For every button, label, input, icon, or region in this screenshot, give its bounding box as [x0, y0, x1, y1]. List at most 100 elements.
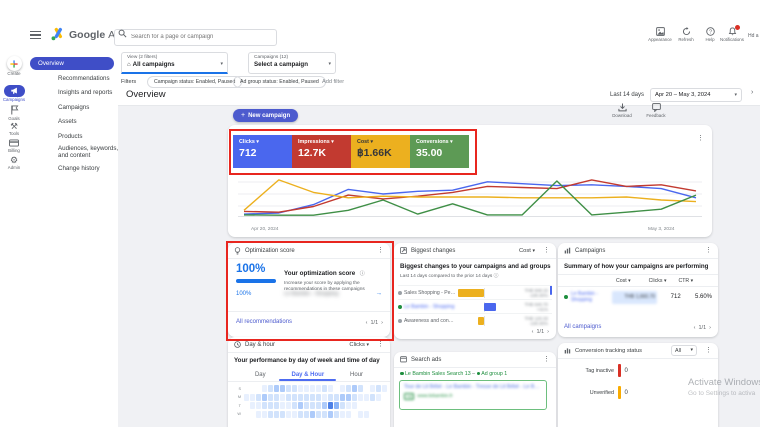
info-icon[interactable]: ⓘ: [360, 271, 365, 277]
nav-rail-admin[interactable]: ⚙ Admin: [0, 156, 28, 171]
optimization-kebab-menu[interactable]: ⋮: [377, 247, 384, 254]
view-filter-value: All campaigns: [132, 61, 175, 68]
ad-campaign-path[interactable]: Le Bambin Sales Search 13 – Ad group 1: [400, 371, 507, 377]
column-header-clicks[interactable]: Clicks ▾: [649, 278, 667, 284]
pager-next-icon[interactable]: ›: [547, 329, 549, 335]
pager-next-icon[interactable]: ›: [381, 320, 383, 326]
nav-rail-create[interactable]: Create: [0, 56, 28, 76]
hamburger-menu-icon[interactable]: [30, 31, 41, 40]
ctr-cell: 5.60%: [694, 294, 712, 300]
conversion-row-value: 0: [624, 367, 628, 374]
new-campaign-button[interactable]: + New campaign: [233, 109, 299, 122]
performance-trend-chart: [238, 179, 702, 217]
campaigns-megaphone-icon: [3, 85, 25, 97]
tools-label: Tools: [8, 130, 20, 136]
pager-prev-icon[interactable]: ‹: [694, 325, 696, 331]
nav-rail-campaigns[interactable]: Campaigns: [0, 85, 28, 102]
pager-prev-icon[interactable]: ‹: [366, 320, 368, 326]
all-campaigns-link[interactable]: All campaigns: [564, 324, 601, 330]
campaigns-rail-label: Campaigns: [2, 97, 26, 102]
chart-kebab-menu[interactable]: ⋮: [697, 135, 704, 142]
scorecard-value: 12.7K: [298, 147, 327, 159]
search-input[interactable]: [114, 28, 277, 46]
column-header-cost[interactable]: Cost ▾: [616, 278, 631, 284]
search-ads-kebab-menu[interactable]: ⋮: [543, 356, 550, 363]
table-row[interactable]: Le Bambin - Shopping THB 1,660.70 712 5.…: [558, 285, 718, 309]
biggest-changes-heading: Biggest changes to your campaigns and ad…: [400, 263, 551, 270]
status-dot-icon: [398, 305, 402, 309]
scorecard-clicks[interactable]: Clicks ▾ 712: [233, 135, 292, 168]
sidebar-item-overview[interactable]: Overview: [30, 57, 114, 70]
status-dot-icon: [398, 319, 402, 323]
sidebar-overview-label: Overview: [38, 60, 64, 67]
optimization-title: Your optimization score: [284, 270, 356, 277]
chart-x-start-label: Apr 20, 2024: [251, 227, 279, 232]
conversion-row-label: Tag inactive: [585, 367, 614, 374]
scorecard-label: Impressions: [298, 139, 330, 145]
metric-selector-dropdown[interactable]: Clicks ▾: [349, 342, 369, 348]
biggest-changes-icon: [400, 247, 407, 254]
biggest-changes-row[interactable]: Awareness and consid... THB 120.33 -100.0…: [398, 313, 552, 328]
conversion-kebab-menu[interactable]: ⋮: [705, 347, 712, 354]
dropdown-caret-icon: ▾: [370, 139, 373, 145]
tab-hour[interactable]: Hour: [350, 372, 363, 378]
scorecard-cost[interactable]: Cost ▾ ฿1.66K: [351, 135, 410, 168]
status-filter-dropdown[interactable]: All ▾: [671, 345, 697, 356]
sidebar-label: Recommendations: [58, 75, 110, 82]
download-button[interactable]: Download: [608, 103, 636, 118]
all-recommendations-link[interactable]: All recommendations: [236, 319, 292, 325]
sidebar-label: Assets: [58, 118, 77, 125]
create-plus-icon: [6, 56, 22, 71]
goals-flag-icon: [10, 105, 18, 115]
arrow-right-icon[interactable]: →: [376, 290, 383, 297]
scorecard-conversions[interactable]: Conversions ▾ 35.00: [410, 135, 469, 168]
day-hour-heading: Your performance by day of week and time…: [234, 357, 380, 364]
scorecard-impressions[interactable]: Impressions ▾ 12.7K: [292, 135, 351, 168]
biggest-changes-row[interactable]: Sales Shopping - Perfo... THB 848.15 -100…: [398, 285, 552, 300]
lightbulb-icon: [234, 246, 241, 254]
optimization-card-title: Optimization score: [245, 247, 295, 254]
scorecard-value: 712: [239, 147, 257, 159]
row-value-redacted: THB 640.70 +41%: [524, 301, 548, 312]
pager-next-icon[interactable]: ›: [709, 325, 711, 331]
notifications-button[interactable]: Notifications: [718, 25, 746, 42]
nav-rail-billing[interactable]: Billing: [0, 139, 28, 153]
tab-day[interactable]: Day: [255, 372, 266, 378]
svg-text:?: ?: [709, 29, 712, 35]
feedback-button[interactable]: Feedback: [642, 103, 670, 118]
add-filter-button[interactable]: Add filter: [322, 79, 344, 85]
date-range-dropdown[interactable]: Apr 20 – May 3, 2024 ▾: [650, 88, 742, 102]
info-icon[interactable]: ⓘ: [494, 274, 499, 279]
campaign-select-value: Select a campaign: [254, 61, 308, 68]
ad-url-redacted: www.lebambin.fr: [417, 394, 453, 399]
filter-chip-ad-group-status[interactable]: Ad group status: Enabled, Paused: [233, 76, 326, 88]
chart-x-end-label: May 3, 2024: [648, 227, 675, 232]
google-ads-app: Google Ads Appearance Refresh ? Help Not…: [0, 0, 760, 427]
appearance-button[interactable]: Appearance: [646, 27, 674, 42]
windows-watermark-line2: Go to Settings to activa: [688, 390, 756, 397]
campaign-select-dropdown[interactable]: Campaigns (12) Select a campaign ▾: [248, 52, 336, 74]
view-filter-dropdown[interactable]: View (2 filters) ⌂ All campaigns ▾: [121, 52, 228, 74]
day-hour-heatmap[interactable]: SMTW: [234, 385, 387, 419]
campaigns-kebab-menu[interactable]: ⋮: [705, 247, 712, 254]
panel-chevron-icon[interactable]: ›: [751, 89, 753, 96]
optimization-score-bar: [236, 279, 276, 283]
tab-day-hour[interactable]: Day & Hour: [279, 372, 337, 381]
nav-rail-goals[interactable]: Goals: [0, 105, 28, 121]
campaign-name-redacted[interactable]: Le Bambin - Shopping: [284, 291, 338, 297]
nav-rail-tools[interactable]: ⚒ Tools: [0, 122, 28, 136]
dropdown-caret-icon: ▾: [220, 61, 223, 67]
day-hour-kebab-menu[interactable]: ⋮: [377, 341, 384, 348]
ad-preview-box[interactable]: Tour de Lit Bébé - Le Bambin - Tresse de…: [399, 380, 547, 410]
appearance-label: Appearance: [648, 37, 672, 42]
biggest-changes-row[interactable]: Le Bambin - Shopping THB 640.70 +41%: [398, 299, 552, 314]
scorecard-value: ฿1.66K: [357, 147, 392, 159]
account-label[interactable]: Hd a: [748, 33, 759, 39]
metric-selector-dropdown[interactable]: Cost ▾: [519, 248, 535, 254]
dropdown-caret-icon: ▾: [734, 91, 737, 98]
pager-prev-icon[interactable]: ‹: [532, 329, 534, 335]
column-header-ctr[interactable]: CTR ▾: [678, 278, 693, 284]
campaign-name-redacted[interactable]: Le Bambin - Shopping: [571, 291, 610, 304]
filter-chip-campaign-status[interactable]: Campaign status: Enabled, Paused: [147, 76, 243, 88]
biggest-changes-kebab-menu[interactable]: ⋮: [543, 247, 550, 254]
